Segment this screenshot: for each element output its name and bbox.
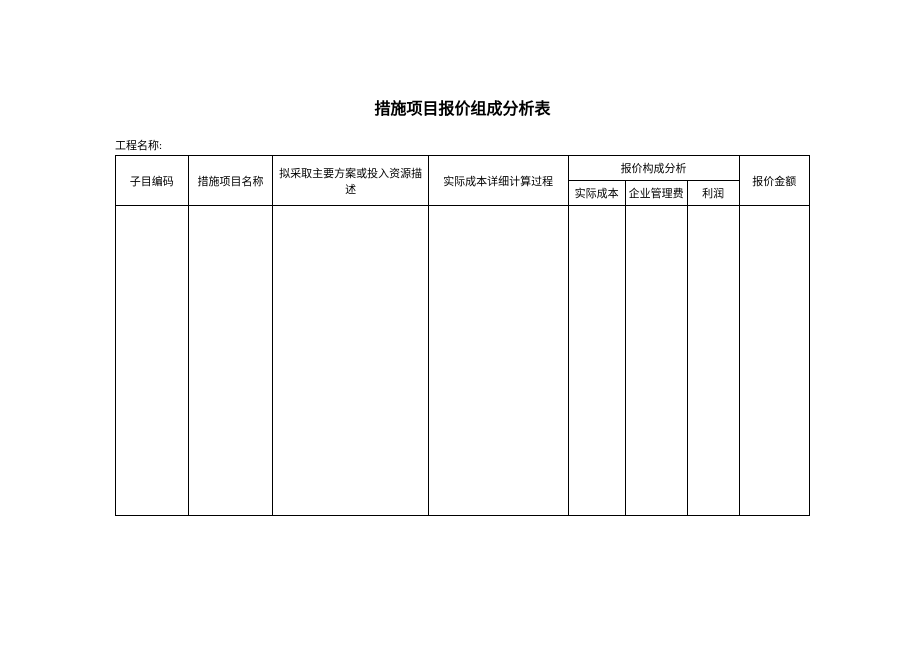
cell-quote-amount — [739, 206, 809, 516]
header-actual-cost: 实际成本 — [568, 181, 625, 206]
header-management-fee: 企业管理费 — [625, 181, 687, 206]
cell-plan-description — [273, 206, 428, 516]
project-name-label: 工程名称: — [115, 137, 810, 153]
analysis-table: 子目编码 措施项目名称 拟采取主要方案或投入资源描述 实际成本详细计算过程 报价… — [115, 155, 810, 516]
header-profit: 利润 — [687, 181, 739, 206]
cell-item-code — [116, 206, 189, 516]
document-title: 措施项目报价组成分析表 — [115, 95, 810, 119]
cell-cost-calculation — [428, 206, 568, 516]
header-item-name: 措施项目名称 — [188, 156, 273, 206]
header-quote-amount: 报价金额 — [739, 156, 809, 206]
header-item-code: 子目编码 — [116, 156, 189, 206]
cell-item-name — [188, 206, 273, 516]
document-page: 措施项目报价组成分析表 工程名称: 子目编码 措施项目名称 拟采取主要方案或投入… — [0, 0, 920, 516]
table-row — [116, 206, 810, 516]
cell-profit — [687, 206, 739, 516]
cell-actual-cost — [568, 206, 625, 516]
header-plan-description: 拟采取主要方案或投入资源描述 — [273, 156, 428, 206]
header-group-quote-analysis: 报价构成分析 — [568, 156, 739, 181]
cell-management-fee — [625, 206, 687, 516]
header-cost-calculation: 实际成本详细计算过程 — [428, 156, 568, 206]
table-header-row: 子目编码 措施项目名称 拟采取主要方案或投入资源描述 实际成本详细计算过程 报价… — [116, 156, 810, 181]
